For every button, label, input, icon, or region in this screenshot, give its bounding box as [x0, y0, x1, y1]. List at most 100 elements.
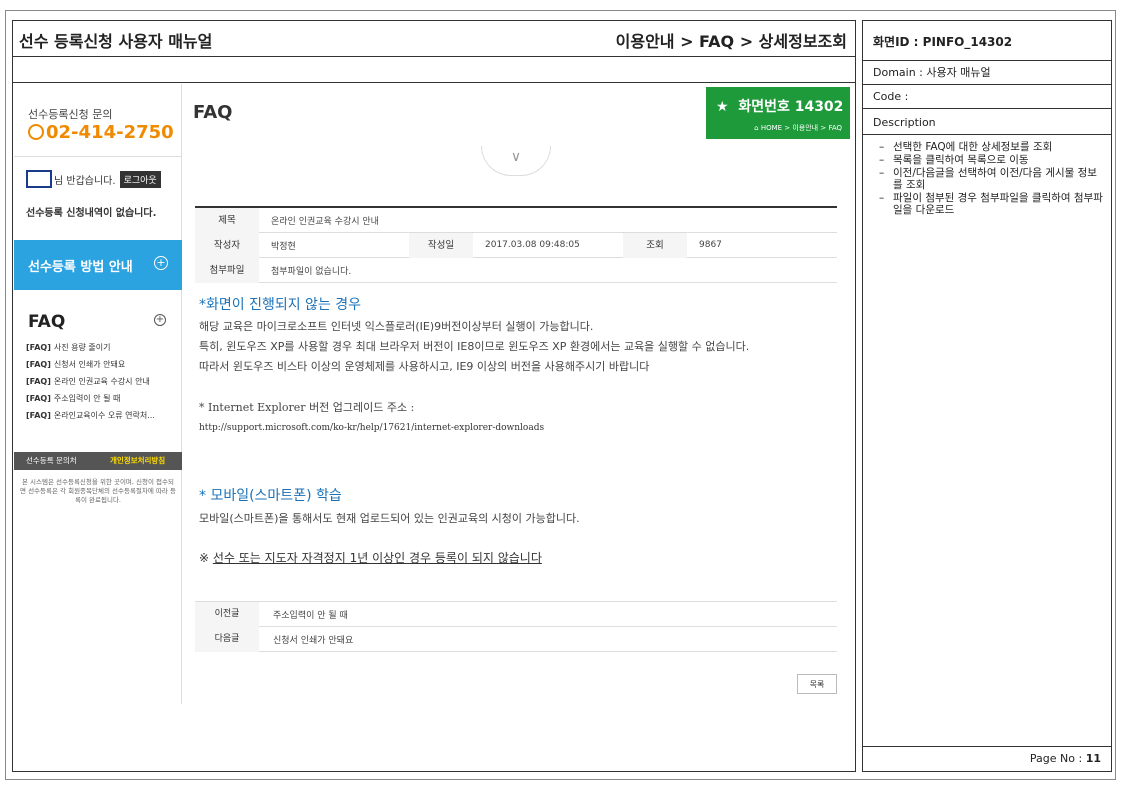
ie-download-link[interactable]: http://support.microsoft.com/ko-kr/help/…	[199, 423, 839, 433]
sidebar-faq-item[interactable]: [FAQ] 온라인교육이수 오류 연락처...	[26, 410, 155, 421]
next-post-row[interactable]: 다음글 신청서 인쇄가 안돼요	[195, 626, 837, 652]
sidebar-faq-item[interactable]: [FAQ] 주소입력이 안 될 때	[26, 393, 155, 404]
user-name-box	[26, 170, 52, 188]
page-label: Page No :	[1029, 752, 1086, 765]
list-button[interactable]: 목록	[797, 674, 837, 694]
doc-subheader	[13, 57, 855, 83]
views-value: 9867	[699, 240, 722, 250]
inquiry-phone: 02-414-2750	[28, 122, 174, 143]
prev-title[interactable]: 주소입력이 안 될 때	[259, 608, 348, 621]
description-item: – 이전/다음글을 선택하여 이전/다음 게시물 정보를 조회	[879, 167, 1097, 191]
phone-number: 02-414-2750	[46, 122, 174, 143]
domain-row: Domain : 사용자 매뉴얼	[863, 61, 1111, 85]
date-value: 2017.03.08 09:48:05	[485, 240, 580, 250]
doc-breadcrumb: 이용안내 > FAQ > 상세정보조회	[615, 32, 847, 51]
table-row: 제목 온라인 인권교육 수강시 안내	[195, 207, 837, 233]
badge-title: 화면번호 14302	[738, 99, 844, 115]
sidebar-footer-note: 본 시스템은 선수등록신청을 위한 곳이며, 신청이 접수되면 선수등록은 각 …	[20, 478, 176, 504]
sidebar: 선수등록신청 문의 02-414-2750 님 반갑습니다. 로그아웃 선수등록…	[14, 84, 182, 704]
prev-next-table: 이전글 주소입력이 안 될 때 다음글 신청서 인쇄가 안돼요	[195, 601, 837, 652]
sidebar-faq-item[interactable]: [FAQ] 사진 용량 줄이기	[26, 342, 155, 353]
faq-item-text: 온라인교육이수 오류 연락처...	[53, 411, 155, 420]
attach-value[interactable]: 첨부파일이 없습니다.	[259, 264, 351, 277]
plus-circle-icon: +	[154, 256, 168, 270]
attach-label: 첨부파일	[195, 257, 259, 283]
home-icon: ⌂	[754, 124, 759, 132]
table-row: 첨부파일 첨부파일이 없습니다.	[195, 257, 837, 283]
faq-more-icon[interactable]: +	[154, 314, 166, 326]
description-text: 선택한 FAQ에 대한 상세정보를 조회	[893, 141, 1053, 153]
next-label: 다음글	[195, 626, 259, 652]
description-box: – 선택한 FAQ에 대한 상세정보를 조회 – 목록을 클릭하여 목록으로 이동 …	[863, 135, 1111, 747]
author-value: 박정현	[271, 241, 296, 252]
faq-tag: [FAQ]	[26, 411, 51, 420]
phone-icon	[28, 124, 44, 140]
screen-id: 화면ID : PINFO_14302	[863, 21, 1111, 61]
sidebar-faq-heading: FAQ	[28, 312, 66, 332]
sidebar-divider	[14, 156, 182, 157]
screen-number-badge: ★ 화면번호 14302 ⌂ HOME > 이용안내 > FAQ	[706, 87, 850, 139]
doc-header: 선수 등록신청 사용자 매뉴얼 이용안내 > FAQ > 상세정보조회	[13, 21, 855, 57]
table-row: 작성자 박정현 작성일 2017.03.08 09:48:05 조회 9867	[195, 232, 837, 258]
description-item: – 선택한 FAQ에 대한 상세정보를 조회	[879, 141, 1053, 153]
faq-tag: [FAQ]	[26, 377, 51, 386]
badge-breadcrumb: ⌂ HOME > 이용안내 > FAQ	[754, 123, 842, 133]
description-item: – 목록을 클릭하여 목록으로 이동	[879, 154, 1029, 166]
privacy-policy-link[interactable]: 개인정보처리방침	[98, 452, 182, 470]
faq-tag: [FAQ]	[26, 343, 51, 352]
faq-tag: [FAQ]	[26, 360, 51, 369]
section-title: * 모바일(스마트폰) 학습	[199, 488, 342, 504]
next-title[interactable]: 신청서 인쇄가 안돼요	[259, 633, 353, 646]
body-paragraph: 모바일(스마트폰)을 통해서도 현재 업로드되어 있는 인권교육의 시청이 가능…	[199, 512, 580, 525]
logout-button[interactable]: 로그아웃	[119, 170, 161, 188]
subject-label: 제목	[195, 207, 259, 233]
warning-mark: ※	[199, 551, 213, 565]
warning-text: 선수 또는 지도자 자격정지 1년 이상인 경우 등록이 되지 않습니다	[212, 551, 542, 565]
description-text: 목록을 클릭하여 목록으로 이동	[893, 154, 1029, 166]
description-text: 파일이 첨부된 경우 첨부파일을 클릭하여 첨부파일을 다운로드	[893, 192, 1103, 216]
manual-info-frame: 화면ID : PINFO_14302 Domain : 사용자 매뉴얼 Code…	[862, 20, 1112, 772]
code-row: Code :	[863, 85, 1111, 109]
body-paragraph: 특히, 윈도우즈 XP를 사용할 경우 최대 브라우저 버전이 IE8이므로 윈…	[199, 340, 750, 353]
body-paragraph: 해당 교육은 마이크로소프트 인터넷 익스플로러(IE)9버전이상부터 실행이 …	[199, 320, 594, 333]
description-list: – 선택한 FAQ에 대한 상세정보를 조회 – 목록을 클릭하여 목록으로 이동 …	[871, 141, 1103, 216]
guide-banner-label: 선수등록 방법 안내	[28, 260, 133, 275]
prev-post-row[interactable]: 이전글 주소입력이 안 될 때	[195, 601, 837, 627]
faq-item-text: 주소입력이 안 될 때	[53, 394, 121, 403]
badge-main: ★ 화면번호 14302	[716, 96, 843, 116]
faq-tag: [FAQ]	[26, 394, 51, 403]
welcome-line: 님 반갑습니다. 로그아웃	[26, 170, 161, 188]
faq-item-text: 사진 용량 줄이기	[53, 343, 111, 352]
sidebar-faq-item[interactable]: [FAQ] 신청서 인쇄가 안돼요	[26, 359, 155, 370]
detail-table: 제목 온라인 인권교육 수강시 안내 작성자 박정현 작성일 2017.03.0…	[195, 206, 837, 283]
date-label: 작성일	[409, 232, 473, 258]
sidebar-faq-item[interactable]: [FAQ] 온라인 인권교육 수강시 안내	[26, 376, 155, 387]
author-label: 작성자	[195, 232, 259, 258]
warning-line: ※ 선수 또는 지도자 자격정지 1년 이상인 경우 등록이 되지 않습니다	[199, 549, 839, 566]
faq-item-text: 온라인 인권교육 수강시 안내	[53, 377, 150, 386]
views-label: 조회	[623, 232, 687, 258]
no-registration-text: 선수등록 신청내역이 없습니다.	[26, 208, 157, 219]
badge-path: HOME > 이용안내 > FAQ	[760, 124, 842, 132]
description-label: Description	[863, 109, 1111, 135]
faq-body: *화면이 진행되지 않는 경우 해당 교육은 마이크로소프트 인터넷 익스플로러…	[199, 294, 839, 566]
description-item: – 파일이 첨부된 경우 첨부파일을 클릭하여 첨부파일을 다운로드	[879, 192, 1103, 216]
body-paragraph: 따라서 윈도우즈 비스타 이상의 운영체제를 사용하시고, IE9 이상의 버전…	[199, 360, 650, 373]
page-number: Page No : 11	[1030, 752, 1101, 765]
section-title: *화면이 진행되지 않는 경우	[199, 297, 362, 313]
chevron-down-icon[interactable]: ∨	[481, 146, 551, 176]
prev-label: 이전글	[195, 601, 259, 627]
doc-title: 선수 등록신청 사용자 매뉴얼	[19, 32, 213, 51]
subject-value: 온라인 인권교육 수강시 안내	[271, 216, 379, 227]
star-icon: ★	[716, 99, 729, 115]
page-value: 11	[1085, 752, 1101, 765]
ie-upgrade-label: * Internet Explorer 버전 업그레이드 주소 :	[199, 401, 415, 414]
contact-link[interactable]: 선수등록 문의처	[14, 452, 98, 470]
page-title: FAQ	[193, 102, 233, 123]
inquiry-label: 선수등록신청 문의	[28, 108, 113, 121]
sidebar-faq-list: [FAQ] 사진 용량 줄이기 [FAQ] 신청서 인쇄가 안돼요 [FAQ] 온라인…	[26, 342, 155, 427]
welcome-text: 님 반갑습니다.	[54, 175, 116, 187]
main-content: FAQ ★ 화면번호 14302 ⌂ HOME > 이용안내 > FAQ ∨ 제…	[183, 84, 855, 704]
description-text: 이전/다음글을 선택하여 이전/다음 게시물 정보를 조회	[893, 167, 1097, 191]
guide-banner[interactable]: 선수등록 방법 안내 +	[14, 240, 182, 290]
